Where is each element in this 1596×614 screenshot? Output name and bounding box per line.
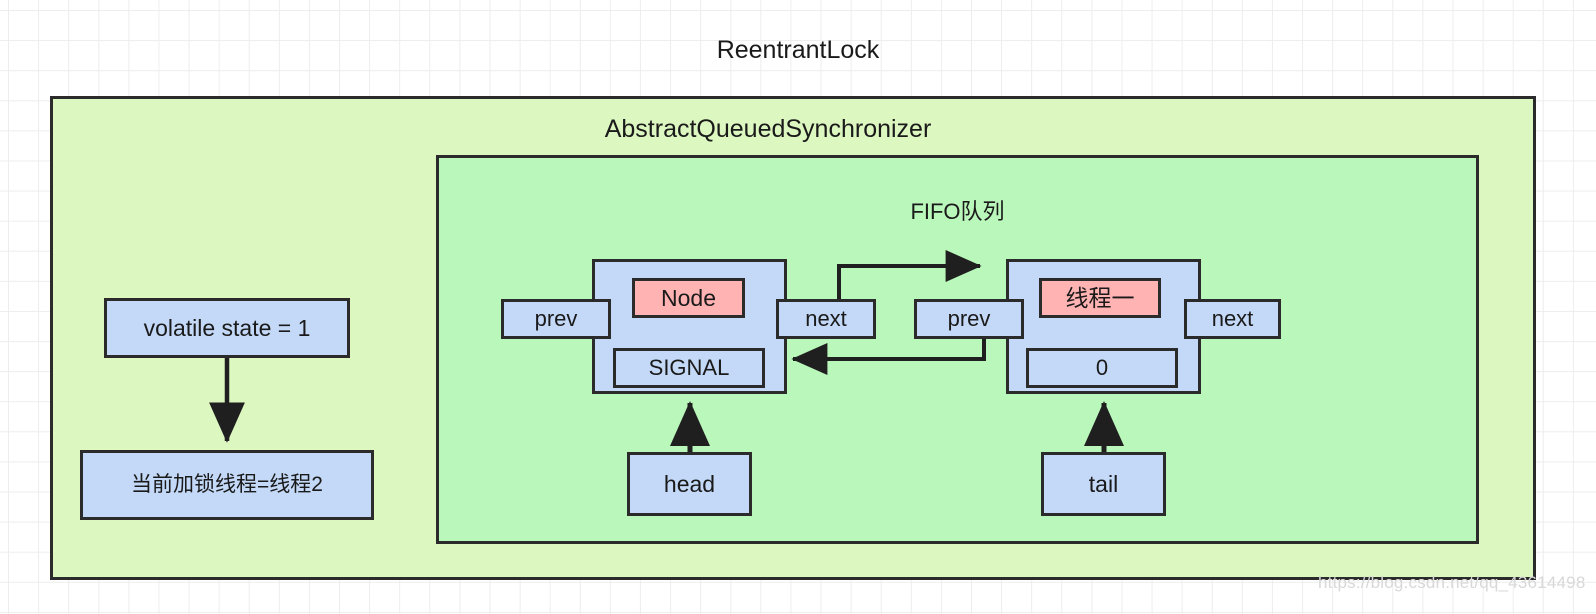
node2-prev-pointer: prev — [914, 299, 1024, 339]
node1-next-pointer: next — [776, 299, 876, 339]
node1-waitstatus: SIGNAL — [613, 348, 765, 388]
watermark: https://blog.csdn.net/qq_43614498 — [1318, 573, 1586, 592]
node2-next-pointer: next — [1184, 299, 1281, 339]
diagram-canvas: ReentrantLock AbstractQueuedSynchronizer… — [0, 0, 1596, 614]
node2-waitstatus: 0 — [1026, 348, 1178, 388]
abstractqueuedsynchronizer-title: AbstractQueuedSynchronizer — [604, 115, 932, 143]
current-locked-thread-box: 当前加锁线程=线程2 — [80, 450, 374, 520]
reentrantlock-title: ReentrantLock — [716, 36, 880, 64]
node1-label: Node — [632, 278, 745, 318]
node1-prev-pointer: prev — [501, 299, 611, 339]
head-pointer-box: head — [627, 452, 752, 516]
volatile-state-box: volatile state = 1 — [104, 298, 350, 358]
tail-pointer-box: tail — [1041, 452, 1166, 516]
fifo-queue-title: FIFO队列 — [910, 199, 1005, 224]
node2-label: 线程一 — [1039, 278, 1161, 318]
